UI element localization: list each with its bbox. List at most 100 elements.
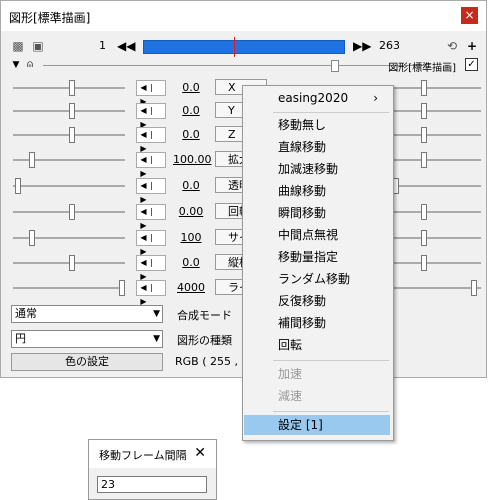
enable-checkbox[interactable]: ✓ [465, 58, 478, 71]
first-frame-button[interactable]: ◀◀ [117, 39, 135, 53]
slider-knob[interactable] [69, 103, 75, 119]
menu-item[interactable]: 加減速移動 [244, 159, 390, 179]
menu-item[interactable]: 回転 [244, 335, 390, 355]
menu-item-disabled: 加速 [278, 367, 303, 381]
menu-item[interactable]: 反復移動 [244, 291, 390, 311]
param-stepper[interactable]: ◀ |▶ [136, 280, 166, 306]
slider-knob[interactable] [29, 230, 35, 246]
param-end-slider[interactable] [391, 103, 481, 119]
param-slider[interactable] [13, 80, 125, 96]
frame-interval-input[interactable]: 23 [97, 476, 207, 493]
context-menu: easing2020 › 移動無し 直線移動 加減速移動 曲線移動 瞬間移動 中… [242, 85, 394, 441]
param-slider[interactable] [13, 103, 125, 119]
param-value[interactable]: 4000 [173, 281, 209, 294]
shape-type-select[interactable]: 円 ▼ [11, 330, 163, 348]
param-slider[interactable] [13, 204, 125, 220]
close-button[interactable]: × [461, 7, 478, 24]
slider-knob[interactable] [69, 80, 75, 96]
param-end-slider[interactable] [391, 152, 481, 168]
param-end-slider[interactable] [391, 280, 481, 296]
param-slider[interactable] [13, 178, 125, 194]
slider-knob[interactable] [421, 152, 427, 168]
param-stepper[interactable]: ◀ |▶ [136, 204, 166, 230]
menu-item-disabled: 減速 [278, 389, 303, 403]
slider-knob[interactable] [15, 178, 21, 194]
menu-item[interactable]: 瞬間移動 [244, 203, 390, 223]
param-slider[interactable] [13, 280, 125, 296]
move-frame-interval-dialog: 移動フレーム間隔 ✕ 23 [88, 439, 217, 500]
param-slider[interactable] [13, 152, 125, 168]
param-stepper[interactable]: ◀ |▶ [136, 255, 166, 281]
menu-item-easing2020[interactable]: easing2020 › [244, 88, 390, 108]
menu-item[interactable]: 中間点無視 [244, 225, 390, 245]
slider-knob[interactable] [69, 204, 75, 220]
header-knob[interactable] [331, 60, 339, 72]
title-bar: 図形[標準描画] × [1, 1, 486, 31]
blend-mode-value: 通常 [15, 307, 37, 320]
param-slider[interactable] [13, 230, 125, 246]
param-end-slider[interactable] [391, 178, 481, 194]
slider-knob[interactable] [421, 204, 427, 220]
param-value[interactable]: 0.0 [173, 104, 209, 117]
object-header-row: ▼ ⍝ 図形[標準描画] ✓ [1, 58, 486, 74]
slider-knob[interactable] [471, 280, 477, 296]
param-stepper[interactable]: ◀ |▶ [136, 152, 166, 178]
collapse-triangle-icon[interactable]: ▼ [9, 58, 23, 72]
menu-separator [273, 112, 389, 113]
param-slider[interactable] [13, 127, 125, 143]
header-divider [43, 65, 426, 66]
param-value[interactable]: 0.0 [173, 128, 209, 141]
blend-mode-label: 合成モード [177, 309, 232, 322]
param-value[interactable]: 0.0 [173, 256, 209, 269]
add-icon[interactable]: + [465, 39, 479, 53]
param-slider[interactable] [13, 255, 125, 271]
param-value[interactable]: 100.00 [173, 153, 212, 166]
slider-knob[interactable] [421, 127, 427, 143]
param-end-slider[interactable] [391, 255, 481, 271]
color-settings-button[interactable]: 色の設定 [11, 353, 163, 371]
loop-icon[interactable]: ⟲ [445, 39, 459, 53]
param-stepper[interactable]: ◀ |▶ [136, 80, 166, 106]
slider-knob[interactable] [421, 230, 427, 246]
menu-separator [273, 360, 389, 361]
dialog-title: 移動フレーム間隔 [99, 449, 187, 462]
slider-knob[interactable] [421, 103, 427, 119]
slider-knob[interactable] [69, 255, 75, 271]
menu-item[interactable]: 移動無し [244, 115, 390, 135]
param-end-slider[interactable] [391, 80, 481, 96]
menu-item[interactable]: 曲線移動 [244, 181, 390, 201]
param-end-slider[interactable] [391, 230, 481, 246]
slider-knob[interactable] [69, 127, 75, 143]
timeline-bar[interactable] [143, 37, 345, 57]
slider-knob[interactable] [119, 280, 125, 296]
slider-knob[interactable] [421, 80, 427, 96]
menu-separator [273, 411, 389, 412]
timeline-cursor[interactable] [234, 37, 235, 57]
menu-item[interactable]: 移動量指定 [244, 247, 390, 267]
frame-end: 263 [379, 39, 400, 52]
param-value[interactable]: 100 [173, 231, 209, 244]
param-value[interactable]: 0.0 [173, 179, 209, 192]
timeline-row: ▩ ▣ 1 ◀◀ ▶▶ 263 ⟲ + [1, 37, 486, 57]
param-value[interactable]: 0.0 [173, 81, 209, 94]
param-stepper[interactable]: ◀ |▶ [136, 178, 166, 204]
menu-item[interactable]: 直線移動 [244, 137, 390, 157]
param-stepper[interactable]: ◀ |▶ [136, 230, 166, 256]
close-icon[interactable]: ✕ [194, 445, 206, 461]
menu-item-settings[interactable]: 設定 [1] [244, 415, 390, 435]
image-icon[interactable]: ▣ [31, 39, 45, 53]
param-end-slider[interactable] [391, 204, 481, 220]
blend-mode-select[interactable]: 通常 ▼ [11, 305, 163, 323]
last-frame-button[interactable]: ▶▶ [353, 39, 371, 53]
param-stepper[interactable]: ◀ |▶ [136, 103, 166, 129]
slider-knob[interactable] [421, 255, 427, 271]
param-end-slider[interactable] [391, 127, 481, 143]
menu-item[interactable]: 補間移動 [244, 313, 390, 333]
camera-icon[interactable]: ▩ [11, 39, 25, 53]
chevron-down-icon: ▼ [153, 309, 160, 319]
slider-knob[interactable] [29, 152, 35, 168]
menu-item[interactable]: ランダム移動 [244, 269, 390, 289]
param-stepper[interactable]: ◀ |▶ [136, 127, 166, 153]
param-value[interactable]: 0.00 [173, 205, 209, 218]
submenu-arrow-icon: › [373, 91, 378, 105]
